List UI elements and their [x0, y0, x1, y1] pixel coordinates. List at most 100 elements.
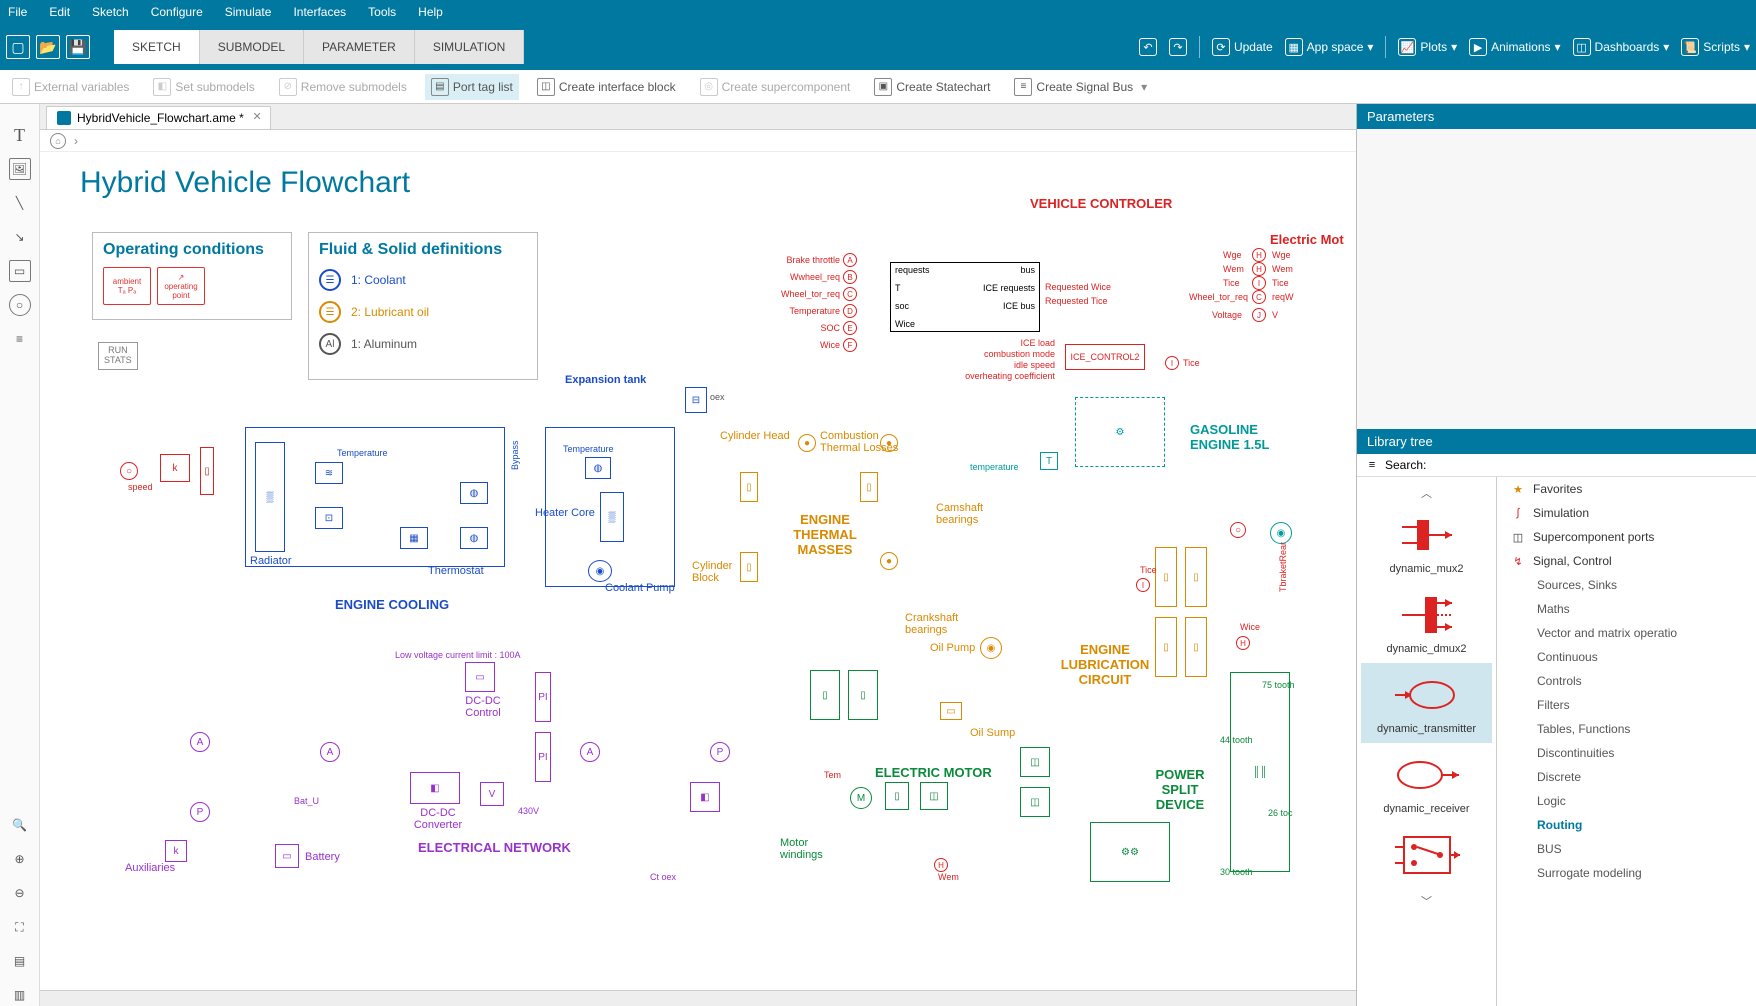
- port-i3[interactable]: I: [1136, 578, 1150, 592]
- port-j[interactable]: J: [1252, 308, 1266, 322]
- gasoline-engine-block[interactable]: ⚙: [1075, 397, 1165, 467]
- tree-favorites[interactable]: ★Favorites: [1497, 477, 1756, 501]
- battery-block[interactable]: ▭: [275, 844, 299, 868]
- net-node1[interactable]: A: [320, 742, 340, 762]
- animations-button[interactable]: ▶Animations▾: [1469, 38, 1560, 56]
- zoom-out-icon[interactable]: ⊖: [9, 882, 31, 904]
- heater-comp1[interactable]: ◍: [585, 457, 611, 479]
- port-c2[interactable]: C: [1252, 290, 1266, 304]
- zoom-fit-icon[interactable]: ⛶: [9, 916, 31, 938]
- tree-filters[interactable]: Filters: [1497, 693, 1756, 717]
- tree-signal-control[interactable]: ↯Signal, Control: [1497, 549, 1756, 573]
- gear-column[interactable]: ║║: [1230, 672, 1290, 872]
- sketch-canvas[interactable]: Hybrid Vehicle Flowchart Operating condi…: [40, 152, 1356, 990]
- close-tab-icon[interactable]: ✕: [253, 110, 262, 123]
- aux-node2[interactable]: A: [190, 732, 210, 752]
- tree-discontinuities[interactable]: Discontinuities: [1497, 741, 1756, 765]
- cool-comp3[interactable]: ▦: [400, 527, 428, 549]
- net-node3[interactable]: P: [710, 742, 730, 762]
- lub-col1[interactable]: ▯: [1155, 547, 1177, 607]
- temp-port[interactable]: T: [1040, 452, 1058, 470]
- save-doc-icon[interactable]: 💾: [66, 35, 90, 59]
- layout2-icon[interactable]: ▥: [9, 984, 31, 1006]
- app-space-button[interactable]: ▦App space▾: [1285, 38, 1374, 56]
- port-h1[interactable]: H: [1252, 248, 1266, 262]
- radiator-block[interactable]: ▒: [255, 442, 285, 552]
- remove-submodels-button[interactable]: ⊘Remove submodels: [273, 74, 413, 100]
- tab-sketch[interactable]: SKETCH: [114, 30, 200, 64]
- inverter-block[interactable]: ◧: [690, 782, 720, 812]
- port-c[interactable]: C: [843, 287, 857, 301]
- motor-node[interactable]: M: [850, 787, 872, 809]
- text-tool-icon[interactable]: T: [9, 124, 31, 146]
- tree-supercomponent[interactable]: ◫Supercomponent ports: [1497, 525, 1756, 549]
- port-h2[interactable]: H: [1252, 262, 1266, 276]
- port-e[interactable]: E: [843, 321, 857, 335]
- tree-routing[interactable]: Routing: [1497, 813, 1756, 837]
- lub-port1[interactable]: ○: [1230, 522, 1246, 538]
- align-tool-icon[interactable]: ≡: [9, 328, 31, 350]
- therm-res3[interactable]: ▯: [860, 472, 878, 502]
- dcdc-control-block[interactable]: ▭: [465, 662, 495, 692]
- tree-simulation[interactable]: ∫Simulation: [1497, 501, 1756, 525]
- therm-node2[interactable]: ●: [880, 434, 898, 452]
- scripts-button[interactable]: 📜Scripts▾: [1681, 38, 1750, 56]
- file-tab[interactable]: HybridVehicle_Flowchart.ame * ✕: [46, 106, 271, 129]
- menu-tools[interactable]: Tools: [368, 5, 396, 19]
- layout1-icon[interactable]: ▤: [9, 950, 31, 972]
- lub-col4[interactable]: ▯: [1185, 617, 1207, 677]
- line-tool-icon[interactable]: ╲: [9, 192, 31, 214]
- pi-block2[interactable]: PI: [535, 732, 551, 782]
- lub-col3[interactable]: ▯: [1155, 617, 1177, 677]
- thumb-switch[interactable]: [1361, 823, 1492, 891]
- tree-maths[interactable]: Maths: [1497, 597, 1756, 621]
- port-b[interactable]: B: [843, 270, 857, 284]
- thumb-dynamic-transmitter[interactable]: dynamic_transmitter: [1361, 663, 1492, 743]
- create-interface-block-button[interactable]: ◫Create interface block: [531, 74, 682, 100]
- motor-block1[interactable]: ▯: [885, 782, 909, 810]
- oil-pump-block[interactable]: ◉: [980, 637, 1002, 659]
- tree-bus[interactable]: BUS: [1497, 837, 1756, 861]
- menu-simulate[interactable]: Simulate: [225, 5, 272, 19]
- tab-parameter[interactable]: PARAMETER: [304, 30, 415, 64]
- arrow-tool-icon[interactable]: ↘: [9, 226, 31, 248]
- oil-sump-block[interactable]: ▭: [940, 702, 962, 720]
- create-statechart-button[interactable]: ▣Create Statechart: [868, 74, 996, 100]
- library-search-input[interactable]: [1432, 458, 1748, 472]
- cool-comp5[interactable]: ◍: [460, 527, 488, 549]
- tree-continuous[interactable]: Continuous: [1497, 645, 1756, 669]
- motor-out2[interactable]: ◫: [1020, 787, 1050, 817]
- port-d[interactable]: D: [843, 304, 857, 318]
- lub-port2[interactable]: ◉: [1270, 522, 1292, 544]
- tab-simulation[interactable]: SIMULATION: [415, 30, 524, 64]
- create-supercomponent-button[interactable]: ◎Create supercomponent: [694, 74, 857, 100]
- rect-tool-icon[interactable]: ▭: [9, 260, 31, 282]
- port-tag-list-button[interactable]: ▤Port tag list: [425, 74, 519, 100]
- home-icon[interactable]: ⌂: [50, 133, 66, 149]
- image-tool-icon[interactable]: 🖼: [9, 158, 31, 180]
- ellipse-tool-icon[interactable]: ○: [9, 294, 31, 316]
- zoom-1-icon[interactable]: 🔍: [9, 814, 31, 836]
- thumb-dynamic-mux2[interactable]: dynamic_mux2: [1361, 503, 1492, 583]
- cyl-head-node[interactable]: ●: [798, 434, 816, 452]
- therm-node3[interactable]: ●: [880, 552, 898, 570]
- menu-configure[interactable]: Configure: [151, 5, 203, 19]
- tree-controls[interactable]: Controls: [1497, 669, 1756, 693]
- tree-logic[interactable]: Logic: [1497, 789, 1756, 813]
- pi-block[interactable]: PI: [535, 672, 551, 722]
- tree-surrogate[interactable]: Surrogate modeling: [1497, 861, 1756, 885]
- port-h3[interactable]: H: [1236, 636, 1250, 650]
- port-i[interactable]: I: [1165, 356, 1179, 370]
- operating-point-chip[interactable]: ↗operating point: [157, 267, 205, 305]
- motor-out1[interactable]: ◫: [1020, 747, 1050, 777]
- volt-block[interactable]: V: [480, 782, 504, 806]
- new-doc-icon[interactable]: ▢: [6, 35, 30, 59]
- coolant-pump-block[interactable]: ◉: [588, 560, 612, 582]
- tree-sources[interactable]: Sources, Sinks: [1497, 573, 1756, 597]
- motor-block2[interactable]: ◫: [920, 782, 948, 810]
- menu-sketch[interactable]: Sketch: [92, 5, 129, 19]
- dcdc-converter-block[interactable]: ◧: [410, 772, 460, 804]
- menu-interfaces[interactable]: Interfaces: [293, 5, 346, 19]
- redo-button[interactable]: ↷: [1169, 38, 1187, 56]
- power-split-block[interactable]: ⚙⚙: [1090, 822, 1170, 882]
